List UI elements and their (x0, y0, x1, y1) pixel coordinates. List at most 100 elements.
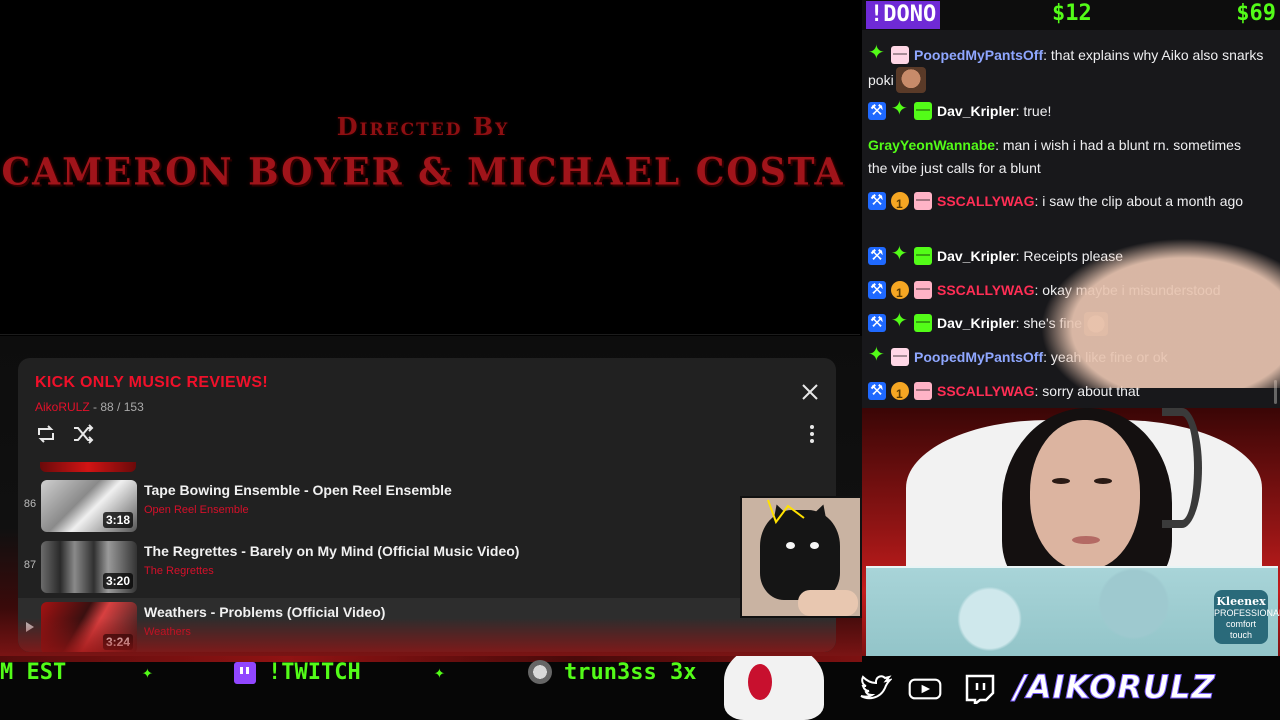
chat-text: : yeah like fine or ok (1043, 349, 1168, 365)
donation-amount: $12 (1052, 1, 1092, 26)
chat-text: : Receipts please (1015, 248, 1123, 264)
streamer-lips (1072, 536, 1100, 544)
playlist-owner[interactable]: AikoRULZ (35, 400, 90, 414)
close-icon[interactable] (800, 382, 820, 402)
video-credit-names: CAMERON BOYER & MICHAEL COSTA (1, 149, 845, 195)
playlist-title[interactable]: KICK ONLY MUSIC REVIEWS! (35, 374, 268, 392)
coin-badge-icon (891, 382, 909, 406)
loop-icon[interactable] (34, 422, 58, 446)
chat-message: SSCALLYWAG: i saw the clip about a month… (868, 189, 1264, 216)
chat-username[interactable]: Dav_Kripler (937, 103, 1016, 119)
dono-command-label: !DONO (866, 1, 941, 29)
more-options-icon[interactable] (806, 424, 818, 444)
chat-message: PoopedMyPantsOff: yeah like fine or ok (868, 344, 1264, 369)
video-thumbnail[interactable]: 3:18 (41, 480, 137, 532)
moderator-badge-icon (868, 99, 886, 122)
video-channel[interactable]: The Regrettes (144, 565, 214, 577)
video-credit-subtitle: Directed By (336, 112, 510, 141)
now-playing-icon (26, 622, 34, 632)
moderator-badge-icon (868, 244, 886, 267)
tissue-line: comfort touch (1225, 619, 1256, 640)
video-duration: 3:24 (102, 634, 133, 650)
donation-bar: !DONO $12 $69 (862, 0, 1280, 30)
star-badge-icon (891, 243, 909, 266)
playlist-meta: AikoRULZ - 88 / 153 (35, 400, 144, 414)
tissue-line: PROFESSIONAL (1214, 608, 1280, 618)
moderator-badge-icon (868, 189, 886, 212)
chat-text: : okay maybe i misunderstood (1034, 282, 1221, 298)
star-badge-icon (868, 42, 886, 65)
video-channel[interactable]: Open Reel Ensemble (144, 504, 249, 516)
chat-username[interactable]: Dav_Kripler (937, 315, 1016, 331)
gift-badge-icon (914, 281, 932, 299)
emote-icon (895, 67, 926, 93)
video-title[interactable]: Weathers - Problems (Official Video) (144, 604, 385, 620)
video-duration: 3:18 (102, 512, 133, 528)
cat-eye (786, 542, 795, 549)
chat-text: : i saw the clip about a month ago (1034, 193, 1244, 209)
chat-text: : true! (1015, 103, 1052, 119)
chat-message: SSCALLYWAG: sorry about that (868, 379, 1264, 406)
moderator-badge-icon (868, 278, 886, 301)
video-player[interactable]: Directed By CAMERON BOYER & MICHAEL COST… (0, 0, 860, 335)
chat-username[interactable]: Dav_Kripler (937, 248, 1016, 264)
gift-badge-icon (891, 348, 909, 366)
coin-badge-icon (891, 281, 909, 305)
chat-message: PoopedMyPantsOff: that explains why Aiko… (868, 42, 1264, 93)
chat-text: : sorry about that (1034, 383, 1140, 399)
chat-username[interactable]: PoopedMyPantsOff (914, 47, 1043, 63)
gift-badge-icon (891, 46, 909, 64)
streamer-eye (1094, 478, 1112, 484)
bottom-ticker: M EST ✦ !TWITCH ✦ trun3ss 3x /AIKORULZ (0, 656, 1280, 720)
chat-username[interactable]: PoopedMyPantsOff (914, 349, 1043, 365)
playlist-panel: KICK ONLY MUSIC REVIEWS! AikoRULZ - 88 /… (18, 358, 836, 652)
gift-badge-icon (914, 382, 932, 400)
ticker-item: !TWITCH (268, 660, 361, 685)
video-title[interactable]: Tape Bowing Ensemble - Open Reel Ensembl… (144, 482, 452, 498)
sparkle-icon: ✦ (142, 662, 153, 683)
gift-badge-icon (914, 247, 932, 265)
streamer-eye (1052, 478, 1070, 484)
coin-badge-icon (891, 192, 909, 216)
video-thumbnail[interactable]: 3:24 (41, 602, 137, 652)
gift-badge-icon (914, 102, 932, 120)
star-badge-icon (891, 310, 909, 333)
video-thumbnail[interactable]: 3:20 (41, 541, 137, 593)
moderator-badge-icon (868, 379, 886, 402)
playlist-item-index: 86 (23, 498, 37, 510)
playlist-item[interactable]: 86 3:18 Tape Bowing Ensemble - Open Reel… (18, 476, 836, 536)
twitter-icon (860, 675, 892, 700)
moderator-badge-icon (868, 311, 886, 334)
chat-message: Dav_Kripler: true! (868, 98, 1264, 123)
chat-username[interactable]: SSCALLYWAG (937, 193, 1035, 209)
playlist-item-current[interactable]: 3:24 Weathers - Problems (Official Video… (18, 598, 836, 652)
scribble-icon (767, 499, 805, 525)
sparkle-icon: ✦ (434, 662, 445, 683)
youtube-icon (908, 678, 942, 700)
mascot-icon (724, 656, 824, 720)
chat-text: : she's fine (1015, 315, 1083, 331)
gift-badge-icon (914, 192, 932, 210)
video-title[interactable]: The Regrettes - Barely on My Mind (Offic… (144, 543, 519, 559)
streamer-handle: /AIKORULZ (1014, 668, 1216, 707)
video-channel[interactable]: Weathers (144, 626, 191, 638)
playlist-item[interactable]: 87 3:20 The Regrettes - Barely on My Min… (18, 537, 836, 597)
donation-amount: $69 (1236, 1, 1276, 26)
gift-badge-icon (914, 314, 932, 332)
shuffle-icon[interactable] (71, 422, 95, 446)
chat-message: SSCALLYWAG: okay maybe i misunderstood (868, 278, 1264, 305)
cat-eye (810, 542, 819, 549)
playlist-position: 88 / 153 (100, 400, 144, 414)
chat-panel: PoopedMyPantsOff: that explains why Aiko… (862, 0, 1280, 408)
chat-username[interactable]: SSCALLYWAG (937, 282, 1035, 298)
emote-icon (1084, 312, 1109, 336)
playlist-item-index: 87 (23, 559, 37, 571)
chat-message: GrayYeonWannabe: man i wish i had a blun… (868, 134, 1264, 180)
chat-scrollbar[interactable] (1274, 380, 1277, 404)
chat-username[interactable]: GrayYeonWannabe (868, 137, 995, 153)
previous-item-thumbnail[interactable] (40, 462, 136, 472)
chat-message: Dav_Kripler: Receipts please (868, 243, 1264, 268)
ticker-item: M EST (0, 660, 67, 685)
video-duration: 3:20 (102, 573, 133, 589)
chat-username[interactable]: SSCALLYWAG (937, 383, 1035, 399)
